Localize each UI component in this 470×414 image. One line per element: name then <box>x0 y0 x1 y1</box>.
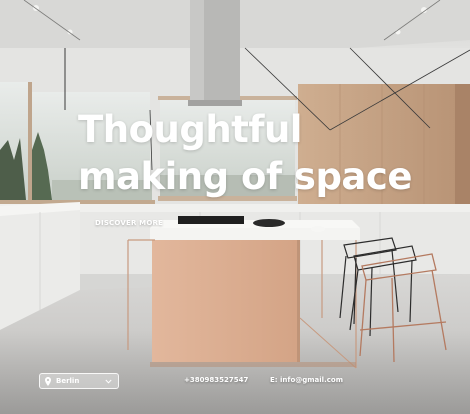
hero-headline: Thoughtful making of space <box>78 106 412 200</box>
map-pin-icon <box>45 376 53 386</box>
location-selector[interactable]: Berlin <box>39 373 119 389</box>
headline-line-2: making of space <box>78 155 412 198</box>
chevron-down-icon <box>105 379 112 384</box>
phone-link[interactable]: +380983527547 <box>184 376 248 384</box>
kitchen-background-image <box>0 0 470 414</box>
hero-section: Thoughtful making of space DISCOVER MORE… <box>0 0 470 414</box>
location-label: Berlin <box>56 377 80 385</box>
discover-more-link[interactable]: DISCOVER MORE <box>95 219 163 227</box>
headline-line-1: Thoughtful <box>78 108 302 151</box>
email-link[interactable]: E: info@gmail.com <box>270 376 343 384</box>
